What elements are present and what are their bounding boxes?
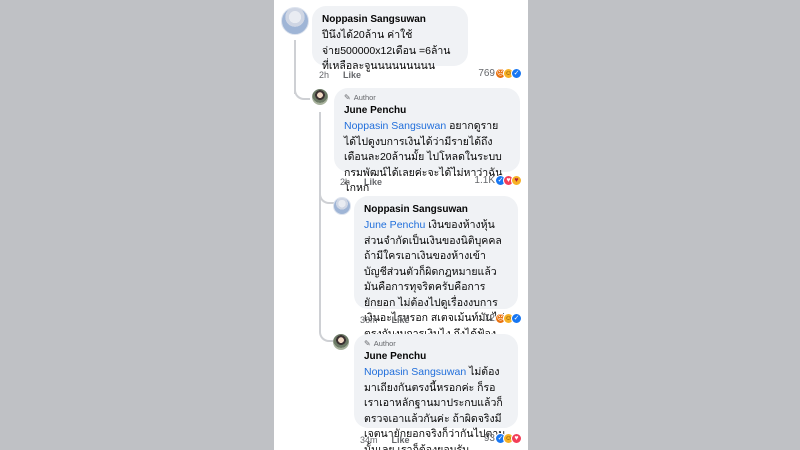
reaction-count: 72 bbox=[483, 313, 495, 324]
commenter-name[interactable]: June Penchu bbox=[344, 104, 510, 117]
mention-link[interactable]: June Penchu bbox=[364, 219, 425, 231]
mention-link[interactable]: Noppasin Sangsuwan bbox=[344, 120, 446, 132]
comment-text: ปีนึงได้20ล้าน ค่าใช้จ่าย500000x12เดือน … bbox=[322, 29, 451, 72]
reaction-summary[interactable]: 769 ☹ ☺ ✓ bbox=[478, 68, 522, 79]
comments-panel: Noppasin Sangsuwan ปีนึงได้20ล้าน ค่าใช้… bbox=[274, 0, 528, 450]
thread-connector bbox=[294, 80, 310, 100]
like-button[interactable]: Like bbox=[392, 315, 410, 325]
comment-time[interactable]: 36m bbox=[360, 315, 378, 325]
comment-time[interactable]: 34m bbox=[360, 435, 378, 445]
comment-actions: 2h Like bbox=[319, 70, 361, 80]
comment-bubble: ✎ Author June Penchu Noppasin Sangsuwan … bbox=[334, 88, 520, 194]
like-reaction-icon: ✓ bbox=[511, 68, 522, 79]
like-button[interactable]: Like bbox=[364, 177, 382, 187]
reaction-summary[interactable]: 1.1K ✓ ♥ ♥ bbox=[474, 175, 522, 186]
like-reaction-icon: ✓ bbox=[511, 313, 522, 324]
commenter-name[interactable]: June Penchu bbox=[364, 350, 508, 363]
love-reaction-icon: ♥ bbox=[511, 433, 522, 444]
thread-line bbox=[319, 112, 321, 322]
commenter-name[interactable]: Noppasin Sangsuwan bbox=[322, 13, 458, 26]
like-button[interactable]: Like bbox=[343, 70, 361, 80]
avatar[interactable] bbox=[281, 7, 309, 35]
reaction-count: 93 bbox=[483, 433, 495, 444]
pencil-icon: ✎ bbox=[364, 339, 371, 348]
comment-bubble: Noppasin Sangsuwan June Penchu เงินของห้… bbox=[354, 196, 518, 355]
like-button[interactable]: Like bbox=[392, 435, 410, 445]
comment-time[interactable]: 2h bbox=[340, 177, 350, 187]
avatar[interactable] bbox=[333, 334, 349, 350]
comment-actions: 2h Like bbox=[340, 177, 382, 187]
comment-actions: 36m Like bbox=[360, 315, 410, 325]
avatar[interactable] bbox=[333, 197, 351, 215]
commenter-name[interactable]: Noppasin Sangsuwan bbox=[364, 203, 508, 216]
comment-actions: 34m Like bbox=[360, 435, 410, 445]
reaction-summary[interactable]: 72 ☹ ☺ ✓ bbox=[484, 313, 522, 324]
reaction-count: 1.1K bbox=[474, 175, 495, 186]
reaction-count: 769 bbox=[478, 68, 495, 79]
care-reaction-icon: ♥ bbox=[511, 175, 522, 186]
comment-bubble: ✎ Author June Penchu Noppasin Sangsuwan … bbox=[354, 334, 518, 450]
thread-connector bbox=[319, 186, 335, 204]
pencil-icon: ✎ bbox=[344, 93, 351, 102]
author-badge-label: Author bbox=[353, 93, 376, 102]
author-badge: ✎ Author bbox=[364, 339, 508, 348]
reaction-summary[interactable]: 93 ✓ ☺ ♥ bbox=[484, 433, 522, 444]
comment-time[interactable]: 2h bbox=[319, 70, 329, 80]
avatar[interactable] bbox=[312, 89, 328, 105]
comment-bubble: Noppasin Sangsuwan ปีนึงได้20ล้าน ค่าใช้… bbox=[312, 6, 468, 72]
author-badge-label: Author bbox=[373, 339, 396, 348]
author-badge: ✎ Author bbox=[344, 93, 510, 102]
mention-link[interactable]: Noppasin Sangsuwan bbox=[364, 366, 466, 378]
